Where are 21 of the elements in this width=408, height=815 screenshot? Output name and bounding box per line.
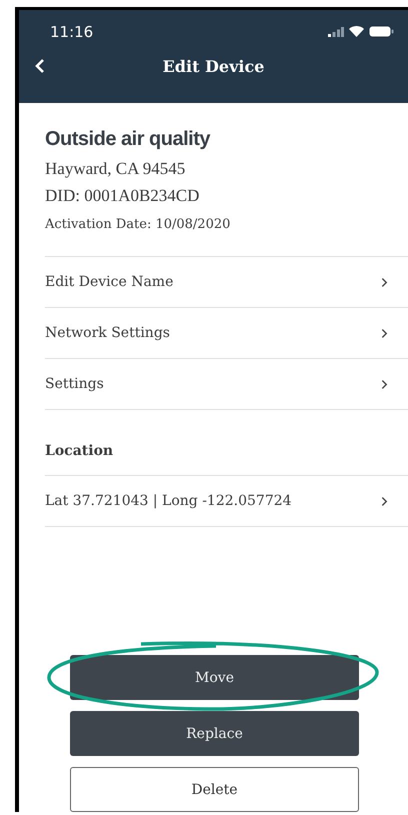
chevron-icon [381, 276, 388, 288]
screen-title: Edit Device [162, 56, 264, 76]
chevron-icon [381, 496, 388, 506]
chevron-icon [381, 328, 388, 338]
menu-item[interactable]: Settings [45, 359, 408, 410]
device-id: DID: 0001A0B234CD [45, 186, 200, 207]
device-address: Hayward, CA 94545 [45, 159, 186, 180]
activation-date: Activation Date: 10/08/2020 [45, 217, 232, 234]
chevron-icon [381, 378, 388, 390]
wifi-icon [349, 26, 364, 37]
battery-icon [369, 26, 394, 37]
action-button[interactable]: Move [70, 655, 359, 700]
menu-item[interactable]: Edit Device Name [45, 257, 408, 308]
signal-icon [328, 26, 344, 36]
device-name: Outside air quality [45, 128, 212, 151]
action-button[interactable]: Replace [70, 711, 359, 756]
location-item[interactable]: Lat 37.721043 | Long -122.057724 [45, 476, 408, 527]
action-button[interactable]: Delete [70, 767, 359, 812]
menu-item[interactable]: Network Settings [45, 308, 408, 359]
section-heading: Location [45, 442, 114, 460]
status-time: 11:16 [50, 22, 94, 40]
